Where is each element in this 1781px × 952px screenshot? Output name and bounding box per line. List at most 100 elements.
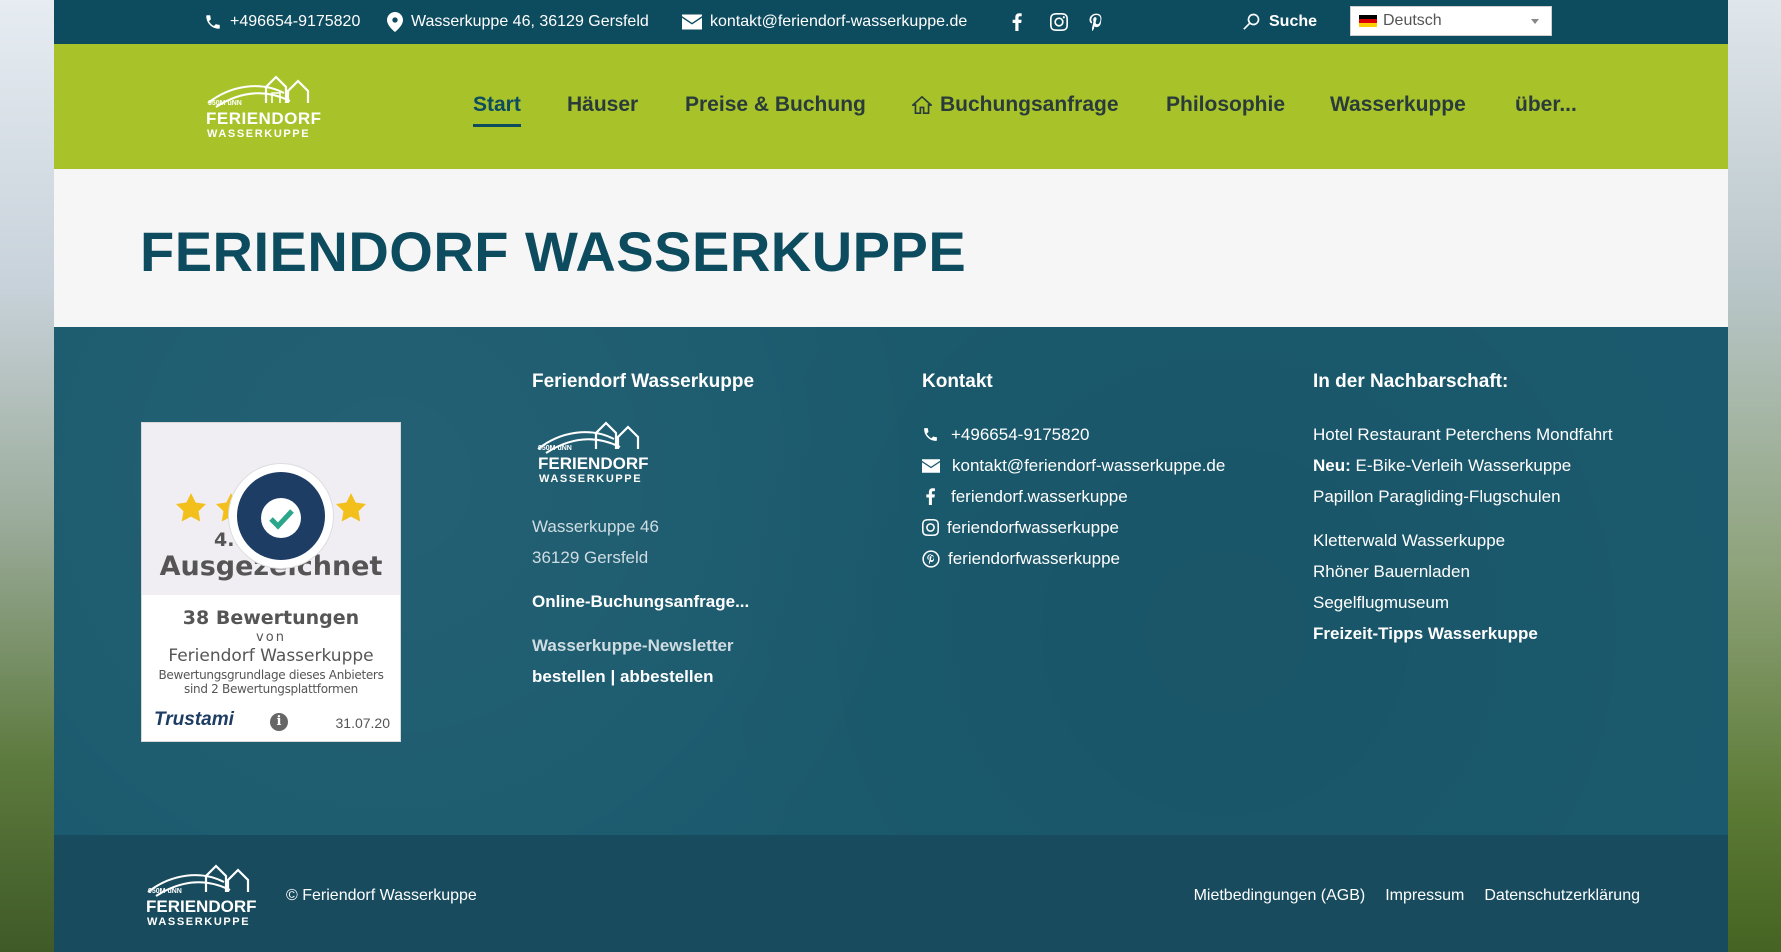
newsletter-label: Wasserkuppe-Newsletter [532,636,734,655]
trustami-basis: Bewertungsgrundlage dieses Anbieters sin… [158,668,384,696]
trustami-badge[interactable]: 4.87 / 5.00 Ausgezeichnet 38 Bewertungen… [141,422,401,742]
nav-ueber[interactable]: über... [1515,93,1577,117]
search-icon [1243,13,1260,30]
bottom-bar: 950M üNN FERIENDORF WASSERKUPPE © Ferien… [54,835,1728,952]
topbar-email[interactable]: kontakt@feriendorf-wasserkuppe.de [682,0,967,44]
new-badge: Neu: [1313,456,1351,475]
footer-email[interactable]: kontakt@feriendorf-wasserkuppe.de [922,450,1225,481]
neighbor-link[interactable]: Rhöner Bauernladen [1313,556,1613,587]
phone-icon [924,428,937,441]
neighbor-link[interactable]: Segelflugmuseum [1313,587,1613,618]
footer-phone-text: +496654-9175820 [951,425,1090,444]
nav-philosophie-label: Philosophie [1166,93,1286,116]
topbar-address: Wasserkuppe 46, 36129 Gersfeld [387,0,649,44]
trustami-date: 31.07.20 [335,715,391,731]
neighbor-link[interactable]: Kletterwald Wasserkuppe [1313,525,1613,556]
nav-ueber-label: über... [1515,93,1577,116]
trustami-seal-icon [229,464,333,568]
phone-icon [206,15,220,29]
online-booking-link[interactable]: Online-Buchungsanfrage... [532,586,754,617]
footer-col2-heading: Kontakt [922,371,993,392]
bottom-logo-name: FERIENDORF [146,897,257,916]
chevron-down-icon [1531,19,1539,24]
footer: 4.87 / 5.00 Ausgezeichnet 38 Bewertungen… [54,327,1728,835]
nav-philosophie[interactable]: Philosophie [1166,93,1285,117]
star-icon [176,493,206,522]
newsletter-actions: bestellen | abbestellen [532,661,754,692]
freizeit-tipps-link[interactable]: Freizeit-Tipps Wasserkuppe [1313,618,1613,649]
german-flag-icon [1359,15,1377,27]
trustami-von: von [256,630,286,645]
topbar-email-text: kontakt@feriendorf-wasserkuppe.de [710,13,968,30]
nav-preise-label: Preise & Buchung [685,93,866,116]
pinterest-icon [1089,13,1102,31]
mail-icon [682,14,702,30]
facebook-icon [1012,13,1022,31]
bottom-logo-place: WASSERKUPPE [147,916,251,928]
location-pin-icon [387,12,403,32]
main-navigation: Start Häuser Preise & Buchung Buchungsan… [54,44,1728,169]
bottom-logo[interactable]: 950M üNN FERIENDORF WASSERKUPPE [146,862,266,932]
footer-email-text: kontakt@feriendorf-wasserkuppe.de [952,456,1226,475]
background-landscape-left [0,0,54,952]
footer-pinterest-text: feriendorfwasserkuppe [948,549,1120,568]
nav-haeuser[interactable]: Häuser [567,93,638,117]
nav-preise-buchung[interactable]: Preise & Buchung [685,93,866,117]
legal-links: Mietbedingungen (AGB) Impressum Datensch… [1194,887,1640,905]
trustami-brand: Trustami [154,709,234,730]
copyright: © Feriendorf Wasserkuppe [286,887,477,904]
info-icon[interactable]: i [270,713,288,731]
footer-facebook[interactable]: feriendorf.wasserkuppe [922,481,1225,512]
footer-col1-heading: Feriendorf Wasserkuppe [532,371,755,392]
language-value: Deutsch [1383,12,1442,29]
pinterest-icon [922,549,940,568]
impressum-link[interactable]: Impressum [1385,887,1464,905]
topbar-address-text: Wasserkuppe 46, 36129 Gersfeld [411,13,649,30]
footer-logo-place: WASSERKUPPE [539,473,643,485]
nav-start-label: Start [473,93,521,116]
page: +496654-9175820 Wasserkuppe 46, 36129 Ge… [54,0,1728,952]
neighbor-link[interactable]: Papillon Paragliding-Flugschulen [1313,481,1613,512]
footer-instagram[interactable]: feriendorfwasserkuppe [922,512,1225,543]
topbar-instagram[interactable] [1050,0,1068,44]
neighbor-link-ebike-text: E-Bike-Verleih Wasserkuppe [1355,456,1572,475]
instagram-icon [1050,13,1068,31]
neighbor-link[interactable]: Hotel Restaurant Peterchens Mondfahrt [1313,419,1613,450]
topbar-search[interactable]: Suche [1241,0,1317,44]
language-select[interactable]: Deutsch [1350,6,1552,36]
datenschutz-link[interactable]: Datenschutzerklärung [1484,887,1640,905]
newsletter-unsubscribe-link[interactable]: abbestellen [620,667,714,686]
footer-logo: 950M üNN FERIENDORF WASSERKUPPE [532,419,652,489]
nav-wasserkuppe[interactable]: Wasserkuppe [1330,93,1466,117]
footer-facebook-text: feriendorf.wasserkuppe [951,487,1128,506]
search-label: Suche [1269,13,1318,30]
footer-col-kontakt: Kontakt +496654-9175820 kontakt@feriendo… [922,371,1225,574]
topbar-phone[interactable]: +496654-9175820 [204,0,360,44]
topbar-pinterest[interactable] [1089,0,1103,44]
footer-logo-altitude: 950M üNN [538,445,572,452]
footer-logo-name: FERIENDORF [538,454,649,473]
nav-buchungsanfrage-label: Buchungsanfrage [940,93,1119,116]
nav-haeuser-label: Häuser [567,93,639,116]
nav-start[interactable]: Start [473,93,521,127]
footer-street: Wasserkuppe 46 [532,517,659,536]
newsletter-subscribe-link[interactable]: bestellen [532,667,606,686]
topbar-facebook[interactable] [1012,0,1022,44]
newsletter-separator: | [610,667,616,686]
top-contact-bar: +496654-9175820 Wasserkuppe 46, 36129 Ge… [54,0,1728,44]
neighbor-link-ebike[interactable]: Neu: E-Bike-Verleih Wasserkuppe [1313,450,1613,481]
topbar-phone-text: +496654-9175820 [230,13,361,30]
agb-link[interactable]: Mietbedingungen (AGB) [1194,887,1366,905]
footer-phone[interactable]: +496654-9175820 [922,419,1225,450]
page-title: FERIENDORF WASSERKUPPE [140,220,967,283]
star-icon [336,493,366,522]
nav-wasserkuppe-label: Wasserkuppe [1330,93,1466,116]
footer-col3-heading: In der Nachbarschaft: [1313,371,1509,392]
facebook-icon [926,488,935,505]
page-title-band: FERIENDORF WASSERKUPPE [54,169,1728,327]
footer-pinterest[interactable]: feriendorfwasserkuppe [922,543,1225,574]
nav-buchungsanfrage[interactable]: Buchungsanfrage [912,93,1119,117]
bottom-logo-altitude: 950M üNN [148,888,182,895]
home-icon [912,96,932,114]
instagram-icon [922,519,939,536]
